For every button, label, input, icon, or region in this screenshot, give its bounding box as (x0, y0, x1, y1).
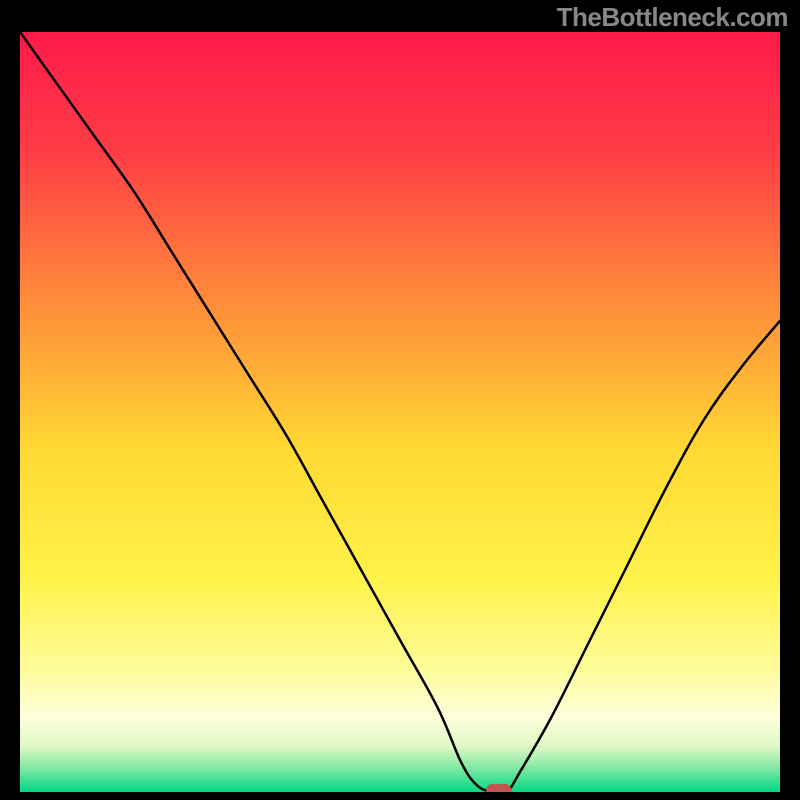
watermark-text: TheBottleneck.com (557, 2, 788, 33)
chart-area (20, 32, 780, 792)
gradient-background (20, 32, 780, 792)
chart-svg (20, 32, 780, 792)
optimum-marker (487, 784, 511, 792)
